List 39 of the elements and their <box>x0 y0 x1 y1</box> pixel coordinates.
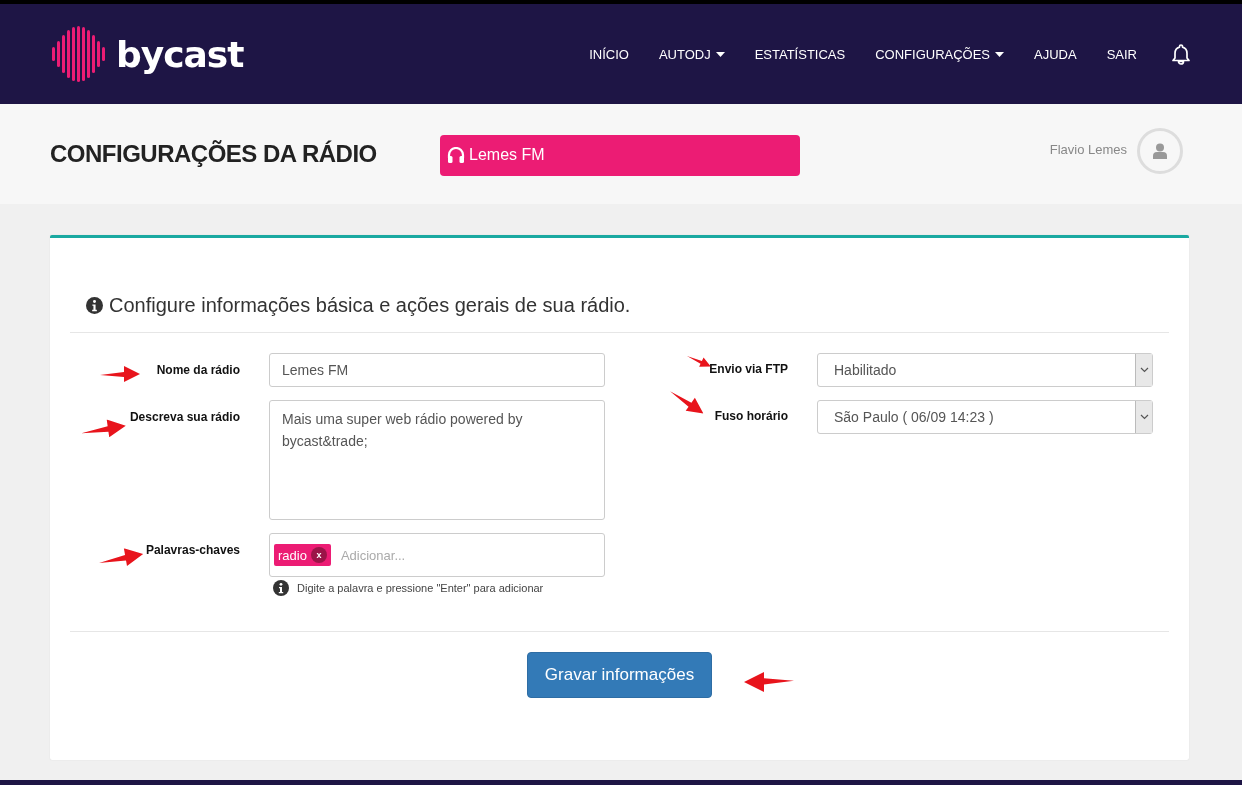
user-silhouette-icon <box>1153 143 1167 159</box>
info-icon <box>273 580 289 596</box>
field-label: Nome da rádio <box>156 363 240 377</box>
user-avatar[interactable] <box>1137 128 1183 174</box>
caret-icon <box>995 51 1005 57</box>
info-icon <box>86 297 103 314</box>
nav-link[interactable]: CONFIGURAÇÕES <box>860 46 1020 62</box>
nav-link[interactable]: INÍCIO <box>574 46 644 62</box>
nav-link[interactable]: AJUDA <box>1019 46 1092 62</box>
intro-text: Configure informações básica e ações gerais de sua rádio. <box>109 294 631 317</box>
select-value: Habilitado <box>834 362 897 378</box>
chevron-down-icon <box>1139 367 1149 373</box>
radio-selector[interactable]: Lemes FM <box>440 134 800 176</box>
chevron-down-icon <box>1139 414 1149 420</box>
save-button[interactable]: Gravar informações <box>526 652 713 698</box>
brand-name: bycast <box>116 33 244 75</box>
text-field[interactable]: Lemes FM <box>269 353 605 387</box>
field-label: Envio via FTP <box>709 362 788 376</box>
caret-icon <box>715 51 725 57</box>
field-label: Fuso horário <box>714 409 788 423</box>
user-name: Flavio Lemes <box>1049 141 1127 157</box>
select-field[interactable]: Habilitado <box>817 353 1153 387</box>
nav-link[interactable]: AUTODJ <box>643 46 740 62</box>
radio-name: Lemes FM <box>469 146 545 164</box>
tag-input-field[interactable]: radio x Adicionar... <box>269 533 605 577</box>
notification-bell-icon[interactable] <box>1170 43 1192 65</box>
keyword-tag: radio x <box>274 544 331 566</box>
help-text: Digite a palavra e pressione "Enter" para adicionar <box>297 582 544 594</box>
select-field[interactable]: São Paulo ( 06/09 14:23 ) <box>817 400 1153 434</box>
remove-tag-button[interactable]: x <box>310 547 327 563</box>
select-value: São Paulo ( 06/09 14:23 ) <box>834 409 994 425</box>
field-label: Descreva sua rádio <box>129 410 240 424</box>
logo-waveform-icon <box>50 25 106 83</box>
headphones-icon <box>447 147 465 163</box>
nav-link[interactable]: SAIR <box>1091 46 1152 62</box>
page-title: CONFIGURAÇÕES DA RÁDIO <box>50 140 378 168</box>
nav-link[interactable]: ESTATÍSTICAS <box>739 46 861 62</box>
field-label: Palavras-chaves <box>145 543 240 557</box>
text-area[interactable]: Mais uma super web rádio powered by bycast&trade; <box>269 400 605 520</box>
